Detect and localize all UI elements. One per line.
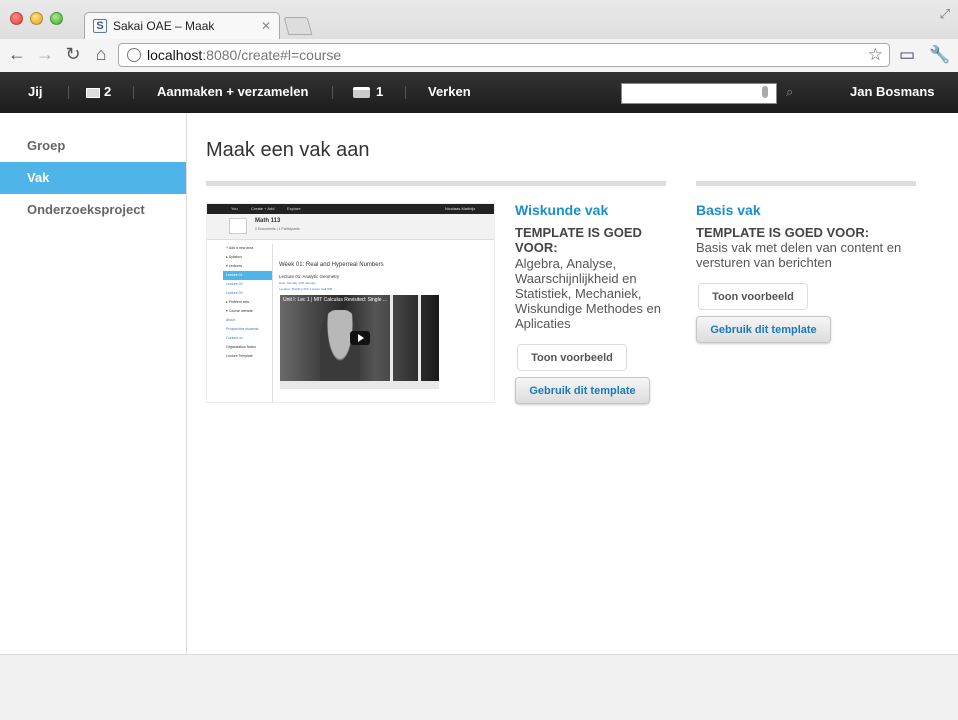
nav-messages[interactable]: 2 (86, 84, 111, 99)
template-good-for: TEMPLATE IS GOED VOOR: (515, 225, 642, 255)
thumb-user: Nicolaas Matthijs (445, 206, 476, 211)
template-divider (696, 181, 916, 186)
tab-close-icon[interactable]: ✕ (261, 19, 271, 33)
thumb-side-item: Lecture 01 (223, 271, 272, 280)
video-stripe (418, 295, 421, 381)
thumb-lecture-title: Lecture 01: Analytic Geometry (279, 274, 340, 279)
thumb-side-item: ▸ Syllabus (226, 255, 242, 259)
page-footer (0, 654, 958, 720)
thumb-side-item: ▾ Lectures (226, 264, 243, 268)
forward-arrow-icon[interactable]: → (34, 44, 56, 65)
template-name[interactable]: Wiskunde vak (515, 202, 608, 218)
video-stripe (390, 295, 393, 381)
browser-chrome: S Sakai OAE – Maak ✕ ⤢ ← → ↻ ⌂ localhost… (0, 0, 958, 72)
thumb-course-logo (229, 218, 247, 234)
envelope-icon (86, 87, 100, 98)
video-controls (280, 381, 439, 389)
home-icon[interactable]: ⌂ (90, 44, 112, 65)
tray-icon (353, 87, 370, 99)
reload-icon[interactable]: ↻ (62, 44, 84, 65)
divider (133, 86, 134, 99)
template-name[interactable]: Basis vak (696, 202, 761, 218)
thumb-side-item: Lecture 03 (226, 291, 243, 295)
browser-toolbar: ← → ↻ ⌂ localhost:8080/create#l=course ☆… (0, 39, 958, 72)
thumb-side-item: ▸ Problem sets (226, 300, 250, 304)
nav-explore[interactable]: Verken (428, 84, 471, 99)
thumb-main: Week 01: Real and Hyperreal Numbers Lect… (279, 244, 489, 291)
nav-inbox[interactable]: 1 (353, 84, 383, 99)
show-preview-button[interactable]: Toon voorbeeld (517, 344, 627, 371)
thumb-sidebar: + Add a new area ▸ Syllabus ▾ Lectures L… (223, 244, 273, 402)
thumb-nav-you: You (231, 206, 238, 211)
screen-icon[interactable]: ▭ (899, 45, 915, 65)
favicon-icon: S (93, 19, 107, 33)
nav-create[interactable]: Aanmaken + verzamelen (157, 84, 308, 99)
search-box (621, 83, 777, 104)
address-bar[interactable]: localhost:8080/create#l=course ☆ (118, 43, 890, 67)
inbox-count: 1 (376, 84, 384, 99)
thumb-side-item: Lecture Template (226, 354, 253, 358)
back-arrow-icon[interactable]: ← (6, 44, 28, 65)
thumb-video: Unit I: Lec 1 | MIT Calculus Revisited: … (280, 295, 439, 389)
star-icon[interactable]: ☆ (868, 45, 883, 65)
divider (405, 86, 406, 99)
play-icon (350, 331, 370, 345)
search-icon[interactable]: ⌕ (786, 84, 793, 100)
template-divider (206, 181, 666, 186)
zoom-window-button[interactable] (50, 12, 63, 25)
browser-tab[interactable]: S Sakai OAE – Maak ✕ (84, 12, 280, 39)
use-template-button[interactable]: Gebruik dit template (696, 316, 831, 343)
globe-icon (127, 48, 141, 62)
mic-icon[interactable] (762, 86, 768, 98)
sidebar-item-onderzoeksproject[interactable]: Onderzoeksproject (0, 194, 186, 226)
sidebar: Groep Vak Onderzoeksproject (0, 113, 187, 654)
thumb-week-title: Week 01: Real and Hyperreal Numbers (279, 262, 384, 268)
thumb-topbar: You Create + Add Explore Nicolaas Matthi… (207, 204, 494, 214)
template-description: Basis vak met delen van content en verst… (696, 240, 902, 270)
thumb-side-item: ▾ Course website (226, 309, 253, 313)
thumb-nav-create: Create + Add (251, 206, 275, 211)
thumb-side-item: About (226, 318, 236, 322)
thumb-course-name: Math 113 (255, 218, 281, 224)
page-title: Maak een vak aan (206, 139, 370, 161)
thumb-side-item: Prospective students (226, 327, 259, 331)
new-tab-button[interactable] (283, 17, 313, 35)
wrench-icon[interactable]: 🔧 (929, 45, 950, 65)
nav-you[interactable]: Jij (28, 84, 42, 99)
sidebar-item-groep[interactable]: Groep (0, 130, 186, 162)
thumb-course-sub: 0 Documents | 1 Participants (255, 227, 300, 231)
divider (68, 86, 69, 99)
url-host: localhost (147, 47, 203, 63)
fullscreen-icon[interactable]: ⤢ (940, 6, 950, 22)
close-window-button[interactable] (10, 12, 23, 25)
window-controls (10, 12, 63, 25)
minimize-window-button[interactable] (30, 12, 43, 25)
thumb-side-item: + Add a new area (226, 246, 254, 250)
page-content: Groep Vak Onderzoeksproject Maak een vak… (0, 113, 958, 654)
video-title: Unit I: Lec 1 | MIT Calculus Revisited: … (283, 297, 388, 303)
url-path: :8080/create#l=course (202, 47, 342, 63)
video-figure (320, 310, 360, 381)
template-description: Algebra, Analyse, Waarschijnlijkheid en … (515, 256, 661, 331)
use-template-button[interactable]: Gebruik dit template (515, 377, 650, 404)
thumb-nav-explore: Explore (287, 206, 301, 211)
show-preview-button[interactable]: Toon voorbeeld (698, 283, 808, 310)
thumb-meta-location: Location: Building 600, Lecture Hall 308 (279, 287, 333, 291)
thumb-side-item: Lecture 02 (226, 282, 243, 286)
template-good-for: TEMPLATE IS GOED VOOR: (696, 225, 870, 240)
tab-title: Sakai OAE – Maak (113, 19, 215, 33)
messages-count: 2 (104, 84, 112, 99)
thumb-course-header: Math 113 0 Documents | 1 Participants (207, 214, 494, 240)
thumb-meta-date: Date: Monday 10th January (279, 281, 316, 285)
thumb-side-item: Organization Notes (226, 345, 256, 349)
sidebar-item-vak[interactable]: Vak (0, 162, 186, 194)
app-header: Jij 2 Aanmaken + verzamelen 1 Verken ⌕ J… (0, 72, 958, 113)
divider (332, 86, 333, 99)
search-input[interactable] (622, 84, 752, 103)
thumb-side-item: Contact us (226, 336, 243, 340)
user-name[interactable]: Jan Bosmans (850, 84, 935, 99)
template-preview-image: You Create + Add Explore Nicolaas Matthi… (206, 203, 495, 403)
